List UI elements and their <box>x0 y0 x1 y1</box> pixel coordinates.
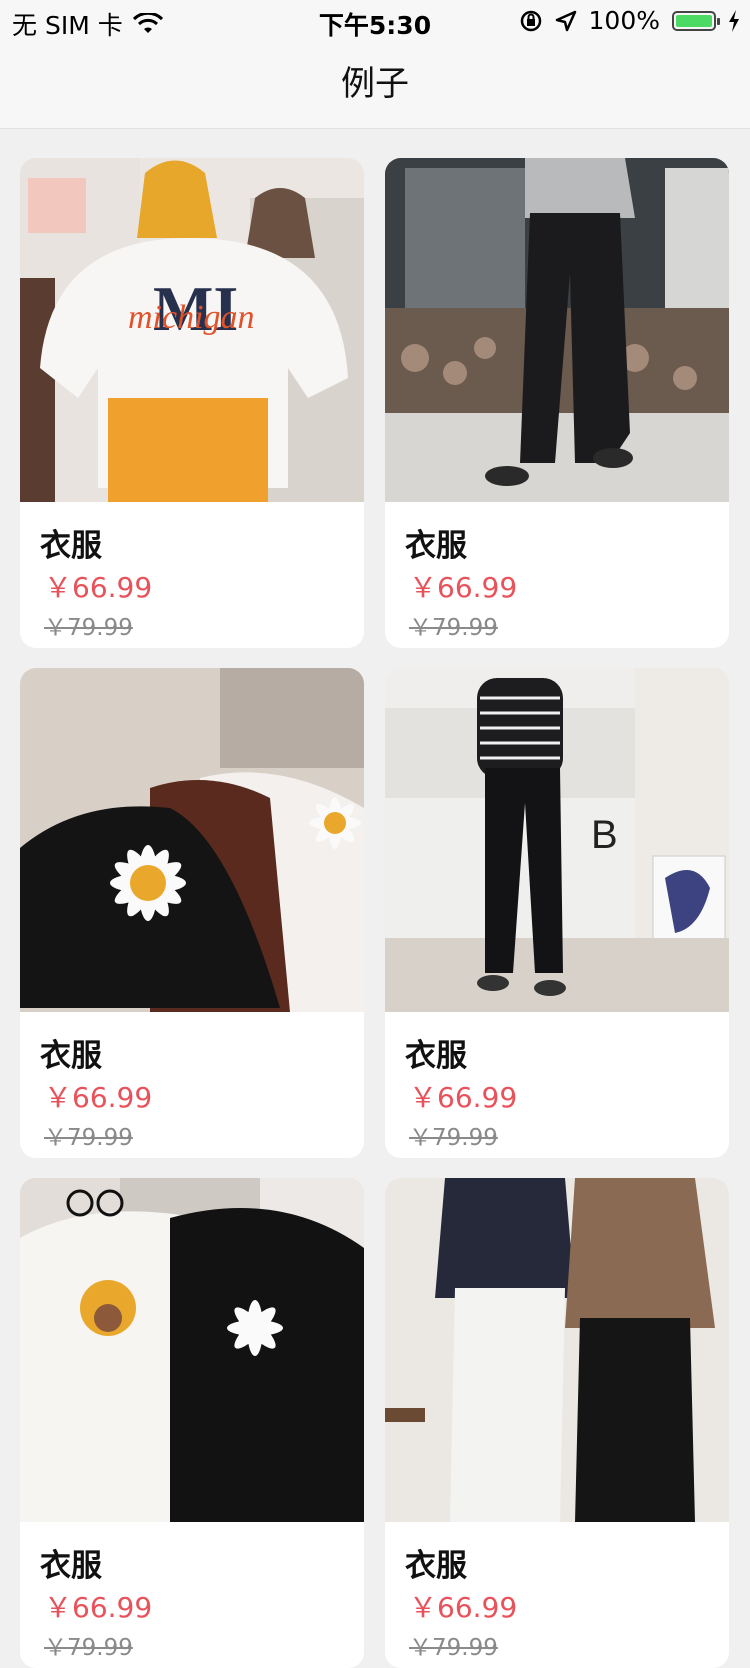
product-image[interactable] <box>385 158 729 502</box>
product-title: 衣服 <box>40 1548 102 1584</box>
product-card[interactable]: 衣服 ￥66.99 ￥79.99 <box>20 668 364 1158</box>
charging-icon <box>729 9 739 32</box>
product-card[interactable]: 衣服 ￥66.99 ￥79.99 <box>385 158 729 648</box>
product-card[interactable]: 衣服 ￥66.99 ￥79.99 <box>20 1178 364 1668</box>
status-bar: 无 SIM 卡 下午5:30 100% <box>0 0 750 40</box>
product-original-price: ￥79.99 <box>44 1635 133 1661</box>
product-original-price: ￥79.99 <box>409 1125 498 1151</box>
product-original-price: ￥79.99 <box>409 615 498 641</box>
battery-percent: 100% <box>588 6 660 35</box>
product-card[interactable]: 衣服 ￥66.99 ￥79.99 <box>385 1178 729 1668</box>
product-image[interactable] <box>385 1178 729 1522</box>
product-price: ￥66.99 <box>409 571 518 604</box>
product-grid[interactable]: MI michigan 衣服 ￥66.99 ￥79.99 衣服 ￥66.99 ￥… <box>0 128 750 1668</box>
product-price: ￥66.99 <box>44 1591 153 1624</box>
product-title: 衣服 <box>405 528 467 564</box>
product-title: 衣服 <box>40 1038 102 1074</box>
product-title: 衣服 <box>405 1548 467 1584</box>
product-price: ￥66.99 <box>44 1081 153 1114</box>
navigation-bar: 例子 <box>0 40 750 129</box>
product-image[interactable]: MI michigan <box>20 158 364 502</box>
page-title: 例子 <box>341 64 409 104</box>
product-original-price: ￥79.99 <box>44 1125 133 1151</box>
product-price: ￥66.99 <box>409 1081 518 1114</box>
product-image[interactable] <box>20 668 364 1012</box>
svg-text:B: B <box>591 813 618 857</box>
product-title: 衣服 <box>40 528 102 564</box>
rotation-lock-icon <box>520 10 541 31</box>
product-original-price: ￥79.99 <box>409 1635 498 1661</box>
product-price: ￥66.99 <box>409 1591 518 1624</box>
product-image[interactable] <box>20 1178 364 1522</box>
product-title: 衣服 <box>405 1038 467 1074</box>
product-original-price: ￥79.99 <box>44 615 133 641</box>
location-icon <box>555 10 576 31</box>
product-card[interactable]: B 衣服 ￥66.99 ￥79.99 <box>385 668 729 1158</box>
product-image[interactable]: B <box>385 668 729 1012</box>
product-price: ￥66.99 <box>44 571 153 604</box>
battery-icon <box>672 10 720 31</box>
svg-text:michigan: michigan <box>128 299 255 336</box>
product-card[interactable]: MI michigan 衣服 ￥66.99 ￥79.99 <box>20 158 364 648</box>
